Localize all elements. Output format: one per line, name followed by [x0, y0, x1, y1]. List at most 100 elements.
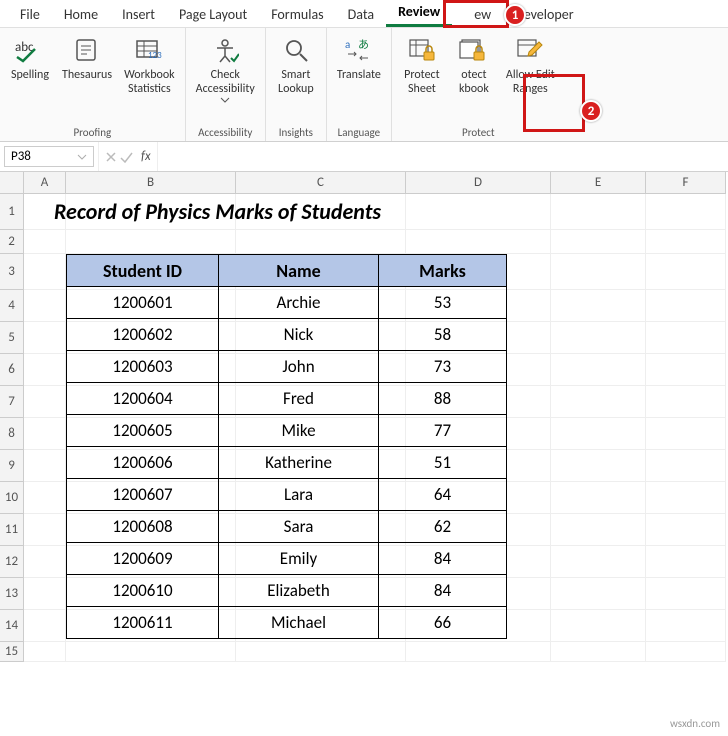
- cell[interactable]: [646, 482, 726, 514]
- cell[interactable]: [551, 230, 646, 254]
- cell-name[interactable]: Mike: [219, 415, 379, 447]
- cell[interactable]: [646, 418, 726, 450]
- enter-icon[interactable]: [119, 151, 133, 163]
- cell[interactable]: [551, 482, 646, 514]
- protect-workbook-button[interactable]: otect kbook: [448, 30, 500, 101]
- translate-button[interactable]: aあ Translate: [331, 30, 387, 86]
- cell-id[interactable]: 1200604: [67, 383, 219, 415]
- row-header[interactable]: 7: [0, 386, 24, 418]
- cell[interactable]: [551, 418, 646, 450]
- row-header[interactable]: 5: [0, 322, 24, 354]
- cell[interactable]: [551, 354, 646, 386]
- row-header[interactable]: 1: [0, 194, 24, 230]
- cell[interactable]: [646, 546, 726, 578]
- cell-name[interactable]: Nick: [219, 319, 379, 351]
- tab-data[interactable]: Data: [336, 2, 386, 27]
- smart-lookup-button[interactable]: Smart Lookup: [270, 30, 322, 101]
- row-header[interactable]: 6: [0, 354, 24, 386]
- column-header[interactable]: B: [66, 172, 236, 194]
- column-header[interactable]: F: [646, 172, 726, 194]
- cell[interactable]: [24, 642, 66, 662]
- cell[interactable]: [551, 322, 646, 354]
- row-header[interactable]: 10: [0, 482, 24, 514]
- cell-id[interactable]: 1200606: [67, 447, 219, 479]
- cell-name[interactable]: Elizabeth: [219, 575, 379, 607]
- cell-name[interactable]: Lara: [219, 479, 379, 511]
- row-header[interactable]: 9: [0, 450, 24, 482]
- row-header[interactable]: 4: [0, 290, 24, 322]
- cell[interactable]: [646, 230, 726, 254]
- cell[interactable]: [551, 578, 646, 610]
- spelling-button[interactable]: abc Spelling: [4, 30, 56, 86]
- cell-marks[interactable]: 62: [379, 511, 507, 543]
- tab-developer[interactable]: Developer: [503, 2, 585, 27]
- cell-marks[interactable]: 88: [379, 383, 507, 415]
- cell[interactable]: [551, 610, 646, 642]
- row-header[interactable]: 14: [0, 610, 24, 642]
- cell[interactable]: [551, 194, 646, 230]
- cell[interactable]: [646, 386, 726, 418]
- row-header[interactable]: 3: [0, 254, 24, 290]
- cell-id[interactable]: 1200611: [67, 607, 219, 639]
- protect-sheet-button[interactable]: Protect Sheet: [396, 30, 448, 101]
- formula-input[interactable]: [158, 155, 728, 159]
- cell[interactable]: [646, 610, 726, 642]
- cell-name[interactable]: Fred: [219, 383, 379, 415]
- cell-marks[interactable]: 64: [379, 479, 507, 511]
- workbook-statistics-button[interactable]: 123 Workbook Statistics: [118, 30, 181, 101]
- cell-id[interactable]: 1200602: [67, 319, 219, 351]
- allow-edit-ranges-button[interactable]: Allow Edit Ranges: [500, 30, 561, 101]
- cell-name[interactable]: Emily: [219, 543, 379, 575]
- fx-label[interactable]: fx: [141, 149, 151, 164]
- cell[interactable]: [646, 642, 726, 662]
- select-all-corner[interactable]: [0, 172, 24, 194]
- cell-id[interactable]: 1200610: [67, 575, 219, 607]
- tab-formulas[interactable]: Formulas: [259, 2, 335, 27]
- header-marks[interactable]: Marks: [379, 255, 507, 287]
- cancel-icon[interactable]: [105, 151, 117, 163]
- name-box[interactable]: P38: [4, 146, 94, 167]
- cell-id[interactable]: 1200601: [67, 287, 219, 319]
- cell[interactable]: [646, 354, 726, 386]
- check-accessibility-button[interactable]: Check Accessibility: [190, 30, 261, 107]
- cell-marks[interactable]: 53: [379, 287, 507, 319]
- cell[interactable]: [236, 642, 406, 662]
- thesaurus-button[interactable]: Thesaurus: [56, 30, 118, 86]
- cell-id[interactable]: 1200603: [67, 351, 219, 383]
- tab-review[interactable]: Review: [386, 0, 452, 27]
- cell-marks[interactable]: 84: [379, 575, 507, 607]
- cell-id[interactable]: 1200605: [67, 415, 219, 447]
- cell[interactable]: [551, 450, 646, 482]
- cell[interactable]: [406, 642, 551, 662]
- cell[interactable]: [551, 514, 646, 546]
- cell[interactable]: [646, 322, 726, 354]
- header-name[interactable]: Name: [219, 255, 379, 287]
- cell-marks[interactable]: 51: [379, 447, 507, 479]
- cell-marks[interactable]: 84: [379, 543, 507, 575]
- tab-file[interactable]: File: [8, 2, 52, 27]
- cell-marks[interactable]: 58: [379, 319, 507, 351]
- tab-insert[interactable]: Insert: [110, 2, 167, 27]
- row-header[interactable]: 12: [0, 546, 24, 578]
- tab-page-layout[interactable]: Page Layout: [167, 2, 259, 27]
- cell[interactable]: [646, 578, 726, 610]
- cell[interactable]: [551, 546, 646, 578]
- cell[interactable]: [551, 254, 646, 290]
- header-student-id[interactable]: Student ID: [67, 255, 219, 287]
- cell[interactable]: [646, 254, 726, 290]
- column-header[interactable]: D: [406, 172, 551, 194]
- column-header[interactable]: A: [24, 172, 66, 194]
- cell-name[interactable]: Archie: [219, 287, 379, 319]
- tab-view-fragment[interactable]: ew: [452, 2, 503, 27]
- cell-name[interactable]: Sara: [219, 511, 379, 543]
- sheet-title[interactable]: Record of Physics Marks of Students: [24, 194, 507, 230]
- row-header[interactable]: 15: [0, 642, 24, 662]
- row-header[interactable]: 8: [0, 418, 24, 450]
- row-header[interactable]: 2: [0, 230, 24, 254]
- cell-marks[interactable]: 73: [379, 351, 507, 383]
- cell-id[interactable]: 1200609: [67, 543, 219, 575]
- cell[interactable]: [646, 450, 726, 482]
- cell-marks[interactable]: 66: [379, 607, 507, 639]
- tab-home[interactable]: Home: [52, 2, 110, 27]
- column-header[interactable]: C: [236, 172, 406, 194]
